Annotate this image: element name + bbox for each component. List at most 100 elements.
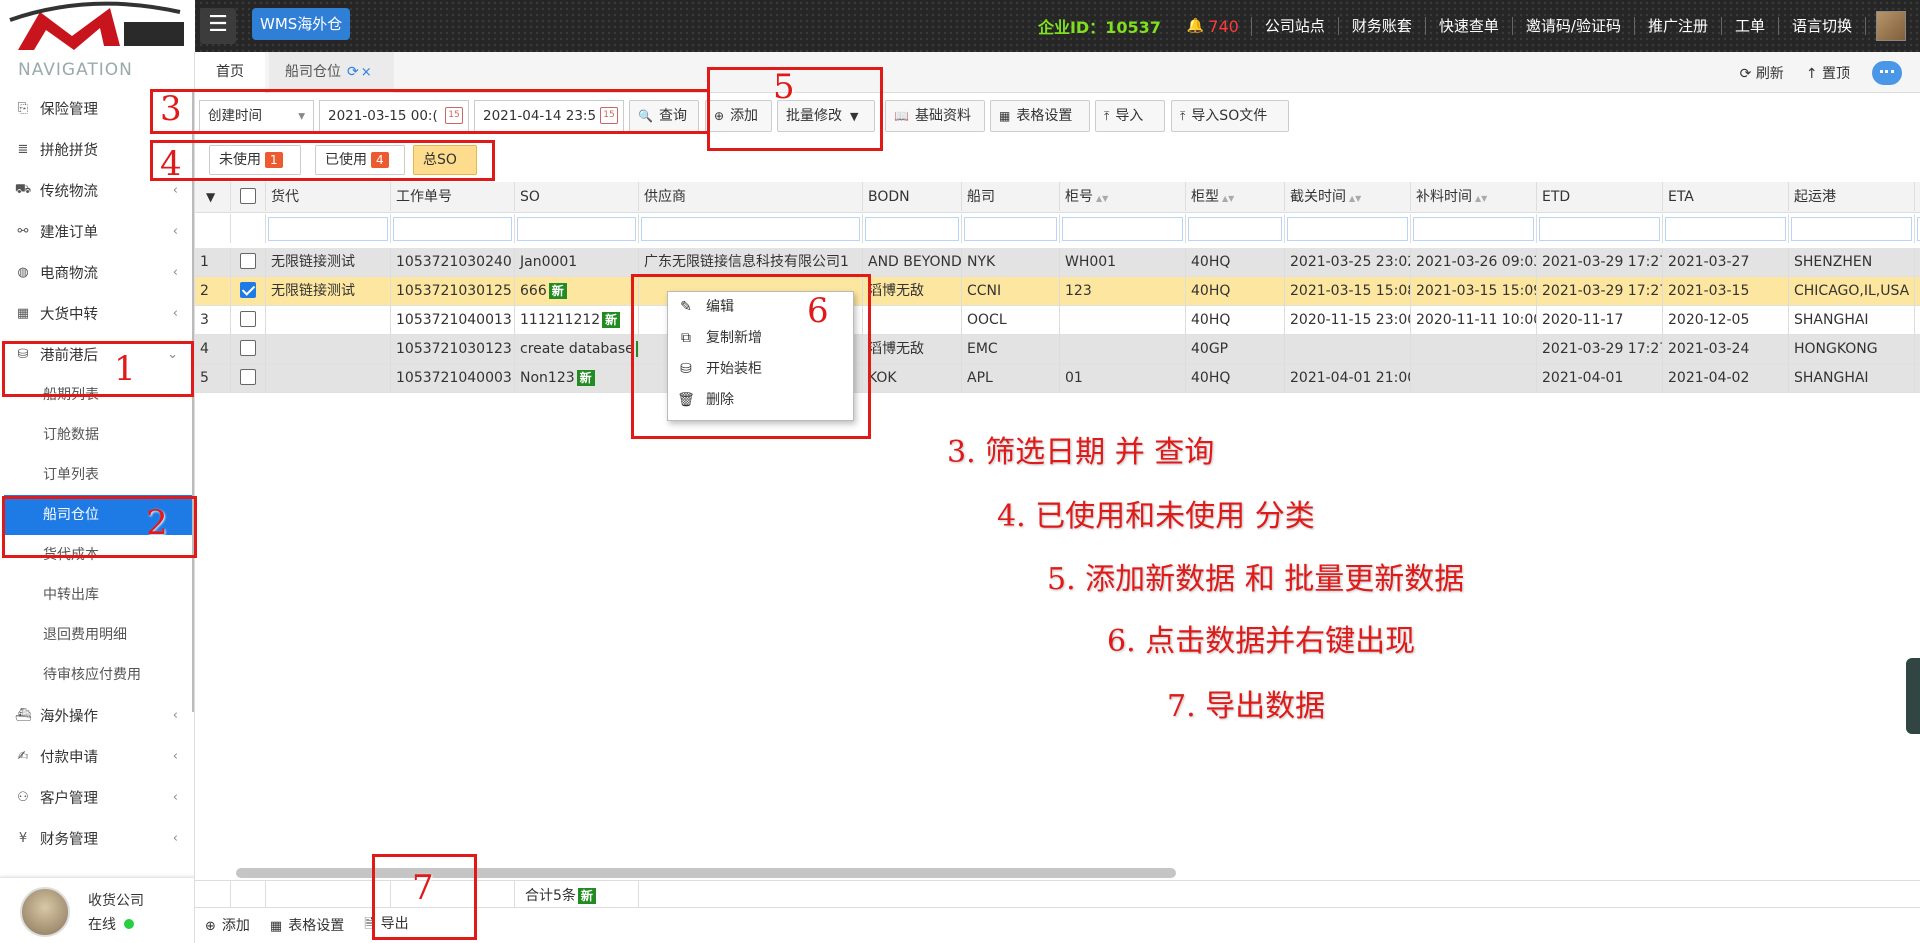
column-filter-input[interactable] bbox=[964, 217, 1057, 241]
footer-table-settings-button[interactable]: ▦ 表格设置 bbox=[270, 915, 344, 935]
sidebar-subitem-refund-details[interactable]: 退回费用明细 bbox=[0, 615, 194, 655]
column-filter-input[interactable] bbox=[1791, 217, 1912, 241]
column-header[interactable]: 补料时间 ▲▼ bbox=[1411, 182, 1537, 211]
work-order-no-cell: 1053721040013 bbox=[391, 306, 515, 335]
avatar[interactable] bbox=[20, 887, 70, 937]
import-button[interactable]: ⤒ 导入 bbox=[1095, 100, 1165, 132]
row-checkbox[interactable] bbox=[240, 340, 256, 356]
sort-icon[interactable]: ▲▼ bbox=[1222, 194, 1234, 203]
sort-icon[interactable]: ▲▼ bbox=[1096, 194, 1108, 203]
link-language-switch[interactable]: 语言切换 bbox=[1779, 17, 1866, 35]
annotation-marker-3: 3 bbox=[160, 89, 182, 129]
user-avatar-thumb[interactable] bbox=[1876, 11, 1906, 41]
column-filter-input[interactable] bbox=[641, 217, 860, 241]
column-header[interactable]: ETA bbox=[1663, 182, 1789, 211]
column-filter-input[interactable] bbox=[1665, 217, 1786, 241]
filter-icon[interactable]: ▼ bbox=[206, 190, 215, 204]
pin-top-button[interactable]: ↑ 置顶 bbox=[1806, 63, 1850, 83]
side-drawer-handle[interactable] bbox=[1906, 658, 1920, 734]
sidebar-subitem-order-list[interactable]: 订单列表 bbox=[0, 455, 194, 495]
sidebar-subitem-pending-payables[interactable]: 待审核应付费用 bbox=[0, 655, 194, 695]
link-finance-account[interactable]: 财务账套 bbox=[1339, 17, 1426, 35]
upload-icon: ⤒ bbox=[1180, 109, 1186, 123]
column-header[interactable]: 起运港 bbox=[1789, 182, 1915, 211]
sidebar-item-finance[interactable]: ¥ 财务管理 ‹ bbox=[0, 818, 194, 859]
sidebar-item-payment-request[interactable]: ✍ 付款申请 ‹ bbox=[0, 736, 194, 777]
column-header[interactable]: 柜号 ▲▼ bbox=[1060, 182, 1186, 211]
chatbot-icon[interactable] bbox=[1872, 60, 1902, 85]
menu-toggle-icon[interactable]: ☰ bbox=[200, 8, 236, 44]
filter-icon-cell-cell bbox=[195, 214, 231, 243]
column-header[interactable]: 截关时间 ▲▼ bbox=[1285, 182, 1411, 211]
sidebar-item-ecommerce[interactable]: ◍ 电商物流 ‹ bbox=[0, 252, 194, 293]
column-header[interactable]: 目 bbox=[1915, 182, 1920, 211]
carrier-value: OOCL bbox=[967, 312, 1007, 328]
refresh-icon[interactable]: ⟳ bbox=[347, 64, 359, 80]
footer-add-button[interactable]: ⊕ 添加 bbox=[205, 915, 250, 935]
sidebar-item-customers[interactable]: ⚇ 客户管理 ‹ bbox=[0, 777, 194, 818]
sidebar-subitem-booking-data[interactable]: 订舱数据 bbox=[0, 415, 194, 455]
column-header[interactable]: 柜型 ▲▼ bbox=[1186, 182, 1285, 211]
row-checkbox[interactable] bbox=[240, 282, 256, 298]
column-header[interactable]: SO bbox=[515, 182, 639, 211]
link-quick-search[interactable]: 快速查单 bbox=[1426, 17, 1513, 35]
sort-icon[interactable]: ▲▼ bbox=[1349, 194, 1361, 203]
sidebar-item-booking-orders[interactable]: ⚯ 建准订单 ‹ bbox=[0, 211, 194, 252]
sidebar-item-bulk-transfer[interactable]: ▦ 大货中转 ‹ bbox=[0, 293, 194, 334]
table-row[interactable]: 5 1053721040003 Non123 新 KOK APL 01 40HQ 2021-04… bbox=[195, 364, 1920, 393]
link-promo-register[interactable]: 推广注册 bbox=[1635, 17, 1722, 35]
refresh-button[interactable]: ⟳ 刷新 bbox=[1740, 63, 1784, 83]
row-checkbox[interactable] bbox=[240, 311, 256, 327]
cutoff-time-cell bbox=[1285, 214, 1411, 243]
tab-home[interactable]: 首页 bbox=[195, 52, 265, 93]
column-header[interactable]: 货代 bbox=[266, 182, 391, 211]
column-filter-input[interactable] bbox=[517, 217, 636, 241]
link-work-order[interactable]: 工单 bbox=[1722, 17, 1779, 35]
row-number: 1 bbox=[195, 248, 231, 277]
column-filter-input[interactable] bbox=[1188, 217, 1282, 241]
column-filter-input[interactable] bbox=[1539, 217, 1660, 241]
column-filter-input[interactable] bbox=[1287, 217, 1408, 241]
column-header[interactable]: BODN bbox=[863, 182, 962, 211]
user-name: 收货公司 bbox=[88, 893, 144, 909]
base-data-button[interactable]: 📖 基础资料 bbox=[885, 100, 985, 132]
select-all-checkbox[interactable] bbox=[240, 188, 256, 204]
sidebar-item-overseas-ops[interactable]: ⛴ 海外操作 ‹ bbox=[0, 695, 194, 736]
column-filter-input[interactable] bbox=[393, 217, 512, 241]
row-checkbox[interactable] bbox=[240, 369, 256, 385]
table-settings-button[interactable]: ▦ 表格设置 bbox=[990, 100, 1090, 132]
column-header[interactable]: 船司 bbox=[962, 182, 1060, 211]
sidebar-subitem-transfer-out[interactable]: 中转出库 bbox=[0, 575, 194, 615]
chevron-left-icon: ‹ bbox=[172, 831, 178, 846]
ship-icon: ⛴ bbox=[14, 708, 32, 723]
import-so-button[interactable]: ⤒ 导入SO文件 bbox=[1171, 100, 1289, 132]
column-header[interactable]: 工作单号 bbox=[391, 182, 515, 211]
table-row[interactable]: 4 1053721030123create database新 滔博无敌 EMC 40G… bbox=[195, 335, 1920, 364]
column-filter-input[interactable] bbox=[1062, 217, 1183, 241]
sort-icon[interactable]: ▲▼ bbox=[1475, 194, 1487, 203]
notification-bell[interactable]: 🔔 740 bbox=[1175, 16, 1252, 36]
close-icon[interactable]: × bbox=[361, 65, 372, 80]
row-number: 5 bbox=[195, 364, 231, 393]
column-header-label: ETA bbox=[1668, 189, 1694, 205]
enterprise-label: 企业ID： bbox=[1037, 18, 1106, 37]
column-filter-input[interactable] bbox=[1413, 217, 1534, 241]
container-no-value: WH001 bbox=[1065, 254, 1117, 270]
link-company-site[interactable]: 公司站点 bbox=[1252, 17, 1339, 35]
table-row[interactable]: 2 无限链接测试 1053721030125 666 新滔博无敌 CCNI 123 40HQ 2… bbox=[195, 277, 1920, 306]
table-row[interactable]: 3 1053721040013 111211212 新 OOCL 40HQ 2020-11-… bbox=[195, 306, 1920, 335]
wms-warehouse-button[interactable]: WMS海外仓 bbox=[252, 8, 351, 40]
row-checkbox[interactable] bbox=[240, 253, 256, 269]
column-header[interactable]: 供应商 bbox=[639, 182, 863, 211]
column-header-label: ETD bbox=[1542, 189, 1571, 205]
container-type-cell bbox=[1186, 214, 1285, 243]
user-panel: 收货公司 在线 bbox=[0, 877, 194, 943]
new-badge: 新 bbox=[548, 283, 567, 299]
link-invite-code[interactable]: 邀请码/验证码 bbox=[1513, 17, 1635, 35]
table-row[interactable]: 1 无限链接测试 1053721030240 Jan0001 广东无限链接信息科技有限公… bbox=[195, 248, 1920, 277]
column-filter-input[interactable] bbox=[865, 217, 959, 241]
column-header[interactable]: ETD bbox=[1537, 182, 1663, 211]
column-filter-input[interactable] bbox=[268, 217, 388, 241]
tab-carrier-space[interactable]: 船司仓位 ⟳ × bbox=[269, 52, 394, 93]
origin-port-value: HONGKONG bbox=[1794, 341, 1878, 357]
